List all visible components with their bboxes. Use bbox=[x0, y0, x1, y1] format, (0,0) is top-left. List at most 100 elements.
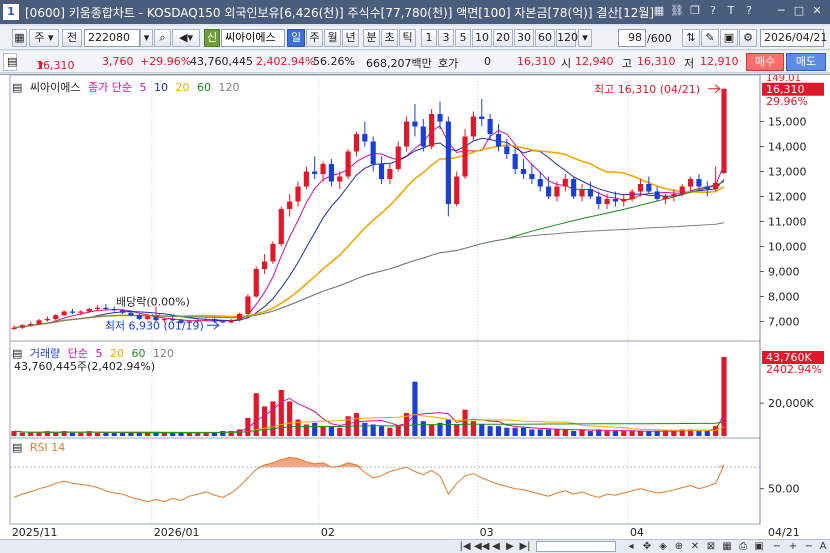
period-month-button[interactable]: 월 bbox=[324, 29, 341, 47]
info-menu-icon[interactable]: ▤ bbox=[3, 53, 17, 71]
candle-body bbox=[646, 184, 652, 192]
candle-body bbox=[437, 114, 443, 122]
scroll-first-icon[interactable]: |◀ bbox=[458, 540, 472, 553]
new-button[interactable]: 신 bbox=[204, 29, 220, 47]
zoom-out-icon[interactable]: − bbox=[770, 540, 784, 553]
save-icon[interactable]: ▣ bbox=[720, 29, 738, 47]
scroll-prev-icon[interactable]: ◀ bbox=[490, 540, 502, 553]
volume-bar bbox=[103, 432, 109, 436]
print-icon[interactable]: ⎙ bbox=[736, 540, 750, 553]
count-input[interactable]: 98 bbox=[618, 29, 646, 47]
volume-bar bbox=[94, 432, 101, 436]
scroll-left-icon[interactable]: ◂ bbox=[624, 540, 638, 553]
high-label: 고 bbox=[622, 57, 633, 70]
volume-bar bbox=[387, 427, 393, 436]
period-tick-button[interactable]: 틱 bbox=[399, 29, 416, 47]
help-icon[interactable]: ? bbox=[706, 3, 720, 19]
volume-bar bbox=[28, 432, 34, 436]
move-icon[interactable]: ✥ bbox=[640, 540, 654, 553]
key-icon[interactable]: ? bbox=[742, 3, 756, 19]
x-axis-label: 03 bbox=[480, 526, 494, 539]
period-minute-button[interactable]: 분 bbox=[363, 29, 380, 47]
market-select[interactable]: 주 ▾ bbox=[29, 29, 59, 47]
capture-icon[interactable]: ▣ bbox=[752, 540, 766, 553]
draw-tool-icon[interactable]: ✎ bbox=[701, 29, 719, 47]
scroll-last-icon[interactable]: ▶| bbox=[518, 540, 532, 553]
text-icon[interactable]: T bbox=[724, 3, 738, 19]
candle-body bbox=[11, 327, 17, 329]
zoom-fit-icon[interactable]: ◈ bbox=[656, 540, 670, 553]
link-icon[interactable]: ⛓ bbox=[670, 3, 684, 19]
minimize-icon[interactable]: ─ bbox=[774, 3, 788, 19]
period-year-button[interactable]: 년 bbox=[342, 29, 359, 47]
maximize-icon[interactable]: □ bbox=[792, 3, 806, 19]
scroll-next-icon[interactable]: ▶ bbox=[504, 540, 516, 553]
stock-name-field: 씨아이에스 bbox=[221, 29, 285, 47]
close-icon[interactable]: ✕ bbox=[810, 3, 824, 19]
crosshair-icon[interactable]: ⊕ bbox=[672, 540, 686, 553]
volume-bar bbox=[119, 432, 126, 436]
bottom-scroll-bar: |◀ ◀◀ ◀ ▶ ▶| ◂ ✥ ◈ ⊕ ✕ ⊠ ▦ ⎙ ▣ − + − A bbox=[0, 539, 830, 553]
up-arrow-icon: ⬆ bbox=[36, 59, 46, 72]
price-ma-5: 5 bbox=[139, 81, 147, 94]
search-icon[interactable]: ⌕ bbox=[154, 29, 171, 47]
current-price-field: 16,310 bbox=[517, 55, 556, 68]
indicator-icon[interactable]: ⇅ bbox=[682, 29, 700, 47]
interval-60-button[interactable]: 60 bbox=[535, 29, 555, 47]
volume-bar bbox=[462, 409, 468, 436]
period-day-button[interactable]: 일 bbox=[287, 29, 305, 47]
candle-body bbox=[629, 191, 635, 199]
zoom-reset-icon[interactable]: − bbox=[802, 540, 816, 553]
volume-bar bbox=[470, 421, 477, 436]
prev-button[interactable]: 전 bbox=[62, 29, 82, 47]
candle-body bbox=[345, 151, 351, 177]
candle-body bbox=[44, 319, 51, 321]
zoom-in-icon[interactable]: + bbox=[786, 540, 800, 553]
interval-20-button[interactable]: 20 bbox=[493, 29, 513, 47]
speaker-icon[interactable]: ◀▾ bbox=[172, 29, 200, 47]
volume-bar bbox=[587, 431, 593, 436]
high-arrow bbox=[708, 84, 721, 94]
candle-body bbox=[312, 171, 318, 174]
interval-1-button[interactable]: 1 bbox=[421, 29, 437, 47]
candle-body bbox=[236, 314, 243, 321]
sell-button[interactable]: 매도 bbox=[786, 53, 826, 71]
interval-10-button[interactable]: 10 bbox=[472, 29, 492, 47]
price-info-row: ▤ 16,310 ⬆ 3,760 +29.96% 43,760,445 2,40… bbox=[0, 51, 830, 73]
interval-120-button[interactable]: 120 bbox=[556, 29, 578, 47]
grid-icon[interactable]: ▦ bbox=[720, 540, 734, 553]
buy-button[interactable]: 매수 bbox=[746, 53, 784, 71]
candle-body bbox=[36, 320, 42, 324]
chart-area[interactable]: 7,000 8,000 9,000 10,000 11,000 12,000 13,000 1… bbox=[0, 74, 830, 539]
cross-icon[interactable]: ✕ bbox=[688, 540, 702, 553]
price-y-tick-label: 12,000 bbox=[768, 191, 807, 204]
window-icon[interactable]: ❐ bbox=[688, 3, 702, 19]
candle-body bbox=[119, 310, 126, 313]
turnover-rate: 56.26% bbox=[313, 55, 355, 68]
scroll-thumb[interactable] bbox=[536, 541, 616, 552]
date-input[interactable]: 2026/04/21 bbox=[760, 29, 827, 47]
candle-body bbox=[303, 171, 309, 187]
interval-dropdown-icon[interactable]: ▾ bbox=[578, 29, 592, 47]
interval-30-button[interactable]: 30 bbox=[514, 29, 534, 47]
candle-body bbox=[328, 164, 335, 182]
volume-bar bbox=[320, 426, 326, 436]
period-second-button[interactable]: 초 bbox=[381, 29, 398, 47]
scroll-prev-page-icon[interactable]: ◀◀ bbox=[474, 540, 489, 553]
dividend-annotation: 배당락(0.00%) bbox=[116, 295, 190, 308]
lock-icon[interactable]: ⊠ bbox=[704, 540, 718, 553]
grid-toggle-icon[interactable]: ▦ bbox=[12, 29, 27, 47]
candle-body bbox=[454, 176, 460, 204]
candle-body bbox=[654, 191, 660, 199]
stock-code-input[interactable]: 222080 bbox=[84, 29, 140, 47]
interval-3-button[interactable]: 3 bbox=[438, 29, 454, 47]
candle-body bbox=[679, 186, 685, 194]
chart-canvas[interactable]: 7,000 8,000 9,000 10,000 11,000 12,000 13,000 1… bbox=[0, 75, 830, 540]
settings-icon[interactable]: ⚙ bbox=[739, 29, 757, 47]
interval-5-button[interactable]: 5 bbox=[455, 29, 471, 47]
volume-bar bbox=[178, 432, 184, 436]
font-size-icon[interactable]: A bbox=[816, 540, 830, 553]
chevron-down-icon[interactable]: ▾ bbox=[140, 29, 153, 47]
period-week-button[interactable]: 주 bbox=[306, 29, 323, 47]
grid-icon[interactable]: ▦ bbox=[652, 3, 666, 19]
